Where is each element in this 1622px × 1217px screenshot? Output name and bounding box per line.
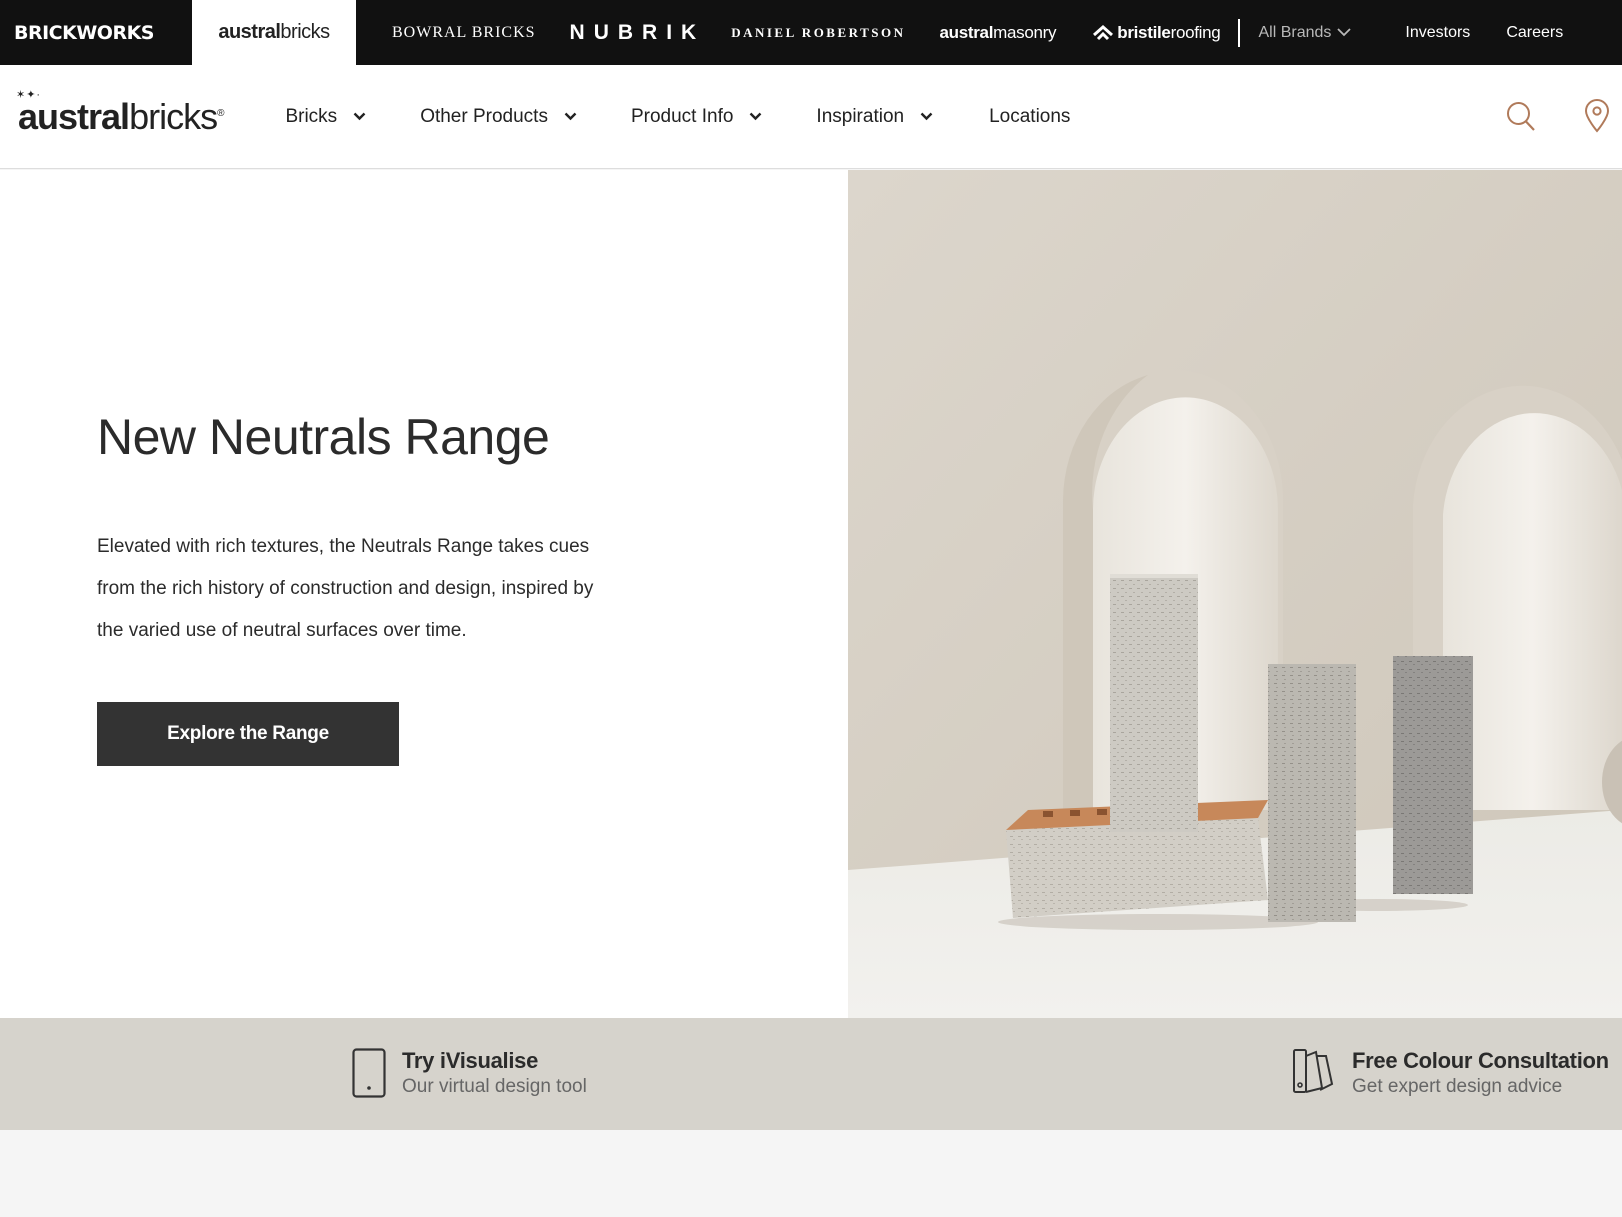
registered-mark: ® (217, 107, 224, 119)
consultation-text: Free Colour Consultation Get expert desi… (1352, 1048, 1609, 1100)
nav-item-other-products[interactable]: Other Products (420, 106, 577, 128)
brand-link-bowral-bricks[interactable]: BOWRAL BRICKS (392, 0, 536, 65)
careers-link[interactable]: Careers (1506, 0, 1563, 65)
hero-image (848, 170, 1622, 1018)
nav-prodinfo-label: Product Info (630, 105, 734, 127)
brand-masonry-b: masonry (993, 22, 1057, 42)
nav-insp-label: Inspiration (816, 105, 905, 127)
hero-description: Elevated with rich textures, the Neutral… (97, 536, 594, 641)
search-button[interactable] (1506, 101, 1536, 138)
hero-text-panel: New Neutrals Range Elevated with rich te… (0, 170, 848, 1018)
nav-item-product-info[interactable]: Product Info (631, 106, 762, 128)
store-locator-button[interactable] (1584, 99, 1610, 138)
neutral-bricks-photo (848, 170, 1622, 1018)
colour-swatch-icon (1293, 1049, 1334, 1093)
brand-bar: BRICKWORKS austral bricks BOWRAL BRICKS N… (0, 0, 1622, 65)
logo-austral: austral (18, 95, 130, 137)
ivisualise-title: Try iVisualise (402, 1048, 539, 1073)
nav-item-bricks[interactable]: Bricks (285, 106, 366, 128)
hero-title: New Neutrals Range (97, 409, 550, 465)
main-nav: ✶✦· australbricks® Bricks Other Products… (0, 65, 1622, 169)
brand-link-australmasonry[interactable]: austral masonry (939, 0, 1056, 65)
ivisualise-text: Try iVisualise Our virtual design tool (402, 1048, 587, 1100)
nav-other-label: Other Products (420, 105, 548, 127)
all-brands-label: All Brands (1258, 23, 1332, 41)
nav-loc-label: Locations (989, 105, 1071, 127)
bristile-roof-icon (1093, 24, 1114, 40)
chevron-down-icon (750, 112, 762, 121)
page-below-fold (0, 1130, 1622, 1217)
explore-range-button[interactable]: Explore the Range (97, 702, 399, 766)
brand-link-bristileroofing[interactable]: bristile roofing (1092, 0, 1221, 65)
logo-bricks: bricks (129, 95, 218, 137)
ivisualise-promo-link[interactable]: Try iVisualise Our virtual design tool (352, 1048, 587, 1100)
promo-strip: Try iVisualise Our virtual design tool F… (0, 1018, 1622, 1130)
ivisualise-subtitle: Our virtual design tool (402, 1076, 587, 1097)
chevron-down-icon (564, 112, 577, 121)
logo-stars-icon: ✶✦· (16, 88, 42, 101)
brand-austral-part: austral (218, 21, 281, 43)
all-brands-dropdown[interactable]: All Brands (1258, 0, 1352, 65)
location-pin-icon (1584, 99, 1610, 133)
australbricks-logo[interactable]: ✶✦· australbricks® (16, 89, 225, 138)
search-icon (1507, 102, 1535, 131)
consultation-subtitle: Get expert design advice (1352, 1076, 1563, 1097)
colour-consultation-promo-link[interactable]: Free Colour Consultation Get expert desi… (1292, 1048, 1609, 1100)
brand-link-nubrik[interactable]: NUBRIK (570, 0, 706, 65)
nav-item-inspiration[interactable]: Inspiration (816, 106, 933, 128)
nav-bricks-label: Bricks (285, 105, 338, 127)
brand-bristile-b: roofing (1170, 22, 1221, 42)
brand-bristile-a: bristile (1117, 22, 1171, 42)
brand-divider (1238, 18, 1241, 47)
tablet-icon (352, 1048, 386, 1098)
consultation-title: Free Colour Consultation (1352, 1048, 1609, 1073)
brand-link-daniel-robertson[interactable]: DANIEL ROBERTSON (731, 0, 905, 65)
chevron-down-icon (1337, 28, 1352, 37)
brand-bricks-part: bricks (280, 21, 330, 43)
brand-masonry-a: austral (939, 22, 994, 42)
brand-link-australbricks[interactable]: austral bricks (192, 0, 356, 65)
chevron-down-icon (353, 112, 366, 121)
brand-link-brickworks[interactable]: BRICKWORKS (0, 0, 192, 65)
investors-link[interactable]: Investors (1405, 0, 1470, 65)
chevron-down-icon (920, 112, 933, 121)
nav-item-locations[interactable]: Locations (989, 106, 1070, 128)
